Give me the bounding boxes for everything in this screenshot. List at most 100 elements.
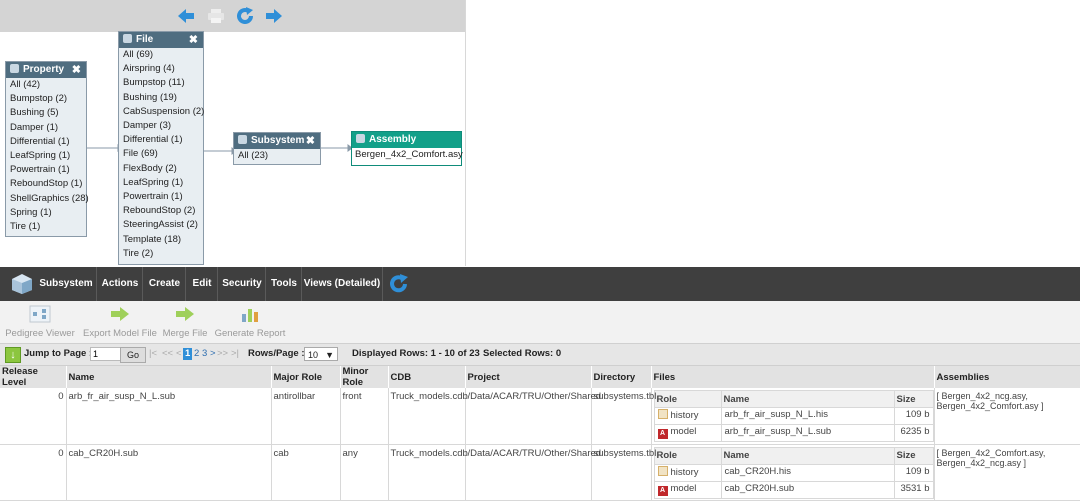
file-filter-item[interactable]: Powertrain (1) — [119, 190, 203, 204]
file-filter-item[interactable]: Bushing (19) — [119, 91, 203, 105]
assemblies-cell: [ Bergen_4x2_Comfort.asy, Bergen_4x2_ncg… — [934, 444, 1080, 501]
file-filter-item[interactable]: Differential (1) — [119, 133, 203, 147]
menu-edit[interactable]: Edit — [185, 267, 218, 301]
file-filter-item[interactable]: FlexBody (2) — [119, 162, 203, 176]
close-icon[interactable]: ✖ — [72, 62, 81, 78]
assembly-filter-item[interactable]: Bergen_4x2_Comfort.asy — [352, 148, 463, 162]
file-row[interactable]: history arb_fr_air_susp_N_L.his 109 b — [653, 407, 934, 425]
history-file-icon — [657, 465, 668, 476]
next-fast-link[interactable]: >> — [217, 344, 228, 364]
subsystem-panel-header: Subsystem ✖ — [234, 133, 320, 149]
column-header[interactable]: Minor Role — [340, 366, 389, 388]
file-role-label: model — [670, 482, 697, 494]
property-filter-item[interactable]: Bushing (5) — [6, 106, 86, 120]
history-file-icon — [657, 409, 668, 419]
property-filter-item[interactable]: Tire (1) — [6, 220, 86, 234]
file-filter-item[interactable]: Damper (3) — [119, 119, 203, 133]
file-filter-item[interactable]: Template (18) — [119, 233, 203, 247]
property-filter-item[interactable]: Powertrain (1) — [6, 163, 86, 177]
file-filter-item[interactable]: LeafSpring (1) — [119, 176, 203, 190]
property-filter-item[interactable]: ReboundStop (1) — [6, 177, 86, 191]
subsystem-filter-item[interactable]: All (23) — [234, 149, 320, 163]
merge-file-button[interactable]: Merge File — [160, 304, 210, 342]
menu-views-detailed[interactable]: Views (Detailed) — [301, 267, 383, 301]
file-filter-item[interactable]: Bumpstop (11) — [119, 76, 203, 90]
prev-fast-link[interactable]: << — [162, 344, 173, 364]
property-filter-item[interactable]: LeafSpring (1) — [6, 149, 86, 163]
file-name-cell[interactable]: cab_CR20H.sub — [720, 480, 895, 499]
cube-icon — [10, 64, 19, 73]
property-filter-item[interactable]: Damper (1) — [6, 121, 86, 135]
file-role-cell: history — [653, 463, 722, 482]
column-header[interactable]: Directory — [591, 366, 652, 388]
download-icon[interactable]: ↓ — [5, 347, 21, 363]
assembly-panel-header: Assembly — [352, 132, 461, 148]
menu-security[interactable]: Security — [217, 267, 266, 301]
model-file-icon: A — [657, 429, 668, 439]
file-panel-title: File — [136, 34, 154, 45]
page-1-link[interactable]: 1 — [183, 348, 193, 360]
next-page-link[interactable]: > — [210, 344, 216, 364]
file-filter-item[interactable]: Tire (2) — [119, 247, 203, 261]
file-name-cell[interactable]: arb_fr_air_susp_N_L.sub — [720, 424, 895, 442]
cube-icon — [356, 134, 365, 143]
file-row[interactable]: Amodel arb_fr_air_susp_N_L.sub 6235 b — [653, 424, 934, 442]
close-icon[interactable]: ✖ — [306, 133, 315, 149]
files-column-header: Size — [893, 446, 934, 465]
file-panel-header: File ✖ — [119, 32, 203, 48]
go-button[interactable]: Go — [120, 347, 146, 363]
pedigree-viewer-button[interactable]: Pedigree Viewer — [4, 304, 76, 342]
release-level-cell: 0 — [0, 388, 67, 445]
column-header[interactable]: Files — [651, 366, 935, 388]
file-filter-item[interactable]: SteeringAssist (2) — [119, 218, 203, 232]
file-filter-item[interactable]: Airspring (4) — [119, 62, 203, 76]
page-3-link[interactable]: 3 — [202, 344, 207, 364]
menu-create[interactable]: Create — [142, 267, 186, 301]
table-row[interactable]: 0 cab_CR20H.sub cab any Truck_models.cdb/Dat… — [0, 444, 1080, 501]
action-toolbar: Pedigree Viewer Export Model File Merge … — [0, 301, 1080, 344]
column-header[interactable]: CDB — [388, 366, 466, 388]
column-header[interactable]: Major Role — [271, 366, 341, 388]
menu-actions[interactable]: Actions — [96, 267, 143, 301]
file-size-cell: 109 b — [893, 407, 934, 425]
file-filter-item[interactable]: File (69) — [119, 147, 203, 161]
property-filter-item[interactable]: Differential (1) — [6, 135, 86, 149]
file-filter-item[interactable]: CabSuspension (2) — [119, 105, 204, 119]
jump-page-input[interactable] — [90, 347, 122, 361]
file-filter-item[interactable]: ReboundStop (2) — [119, 204, 203, 218]
column-header[interactable]: Assemblies — [934, 366, 1080, 388]
refresh-icon[interactable] — [389, 274, 409, 294]
cdb-cell: Truck_models.cdb — [388, 444, 468, 501]
file-name-cell[interactable]: arb_fr_air_susp_N_L.his — [720, 407, 895, 425]
cdb-cell: Truck_models.cdb — [388, 388, 468, 445]
file-row[interactable]: history cab_CR20H.his 109 b — [653, 463, 934, 482]
file-name-cell[interactable]: cab_CR20H.his — [720, 463, 895, 482]
column-header[interactable]: Release Level — [0, 366, 67, 388]
export-model-file-button[interactable]: Export Model File — [82, 304, 158, 342]
last-page-link[interactable]: >| — [231, 344, 239, 364]
rows-per-page-select[interactable]: 10 ▼ — [304, 347, 338, 361]
column-header[interactable]: Name — [66, 366, 272, 388]
file-role-cell: history — [653, 407, 722, 425]
file-filter-item[interactable]: All (69) — [119, 48, 203, 62]
minor-role-cell: front — [340, 388, 389, 445]
page-2-link[interactable]: 2 — [194, 344, 199, 364]
first-page-link[interactable]: |< — [149, 344, 157, 364]
file-role-label: history — [670, 466, 699, 478]
file-row[interactable]: Amodel cab_CR20H.sub 3531 b — [653, 480, 934, 499]
column-header[interactable]: Project — [465, 366, 592, 388]
close-icon[interactable]: ✖ — [189, 32, 198, 48]
file-role-cell: Amodel — [653, 424, 722, 442]
menu-subsystem[interactable]: Subsystem — [36, 267, 96, 301]
green-arrow-icon — [82, 304, 158, 324]
menu-tools[interactable]: Tools — [265, 267, 302, 301]
file-role-label: history — [670, 410, 699, 421]
green-arrow-icon — [160, 304, 210, 324]
property-filter-item[interactable]: Bumpstop (2) — [6, 92, 86, 106]
generate-report-button[interactable]: Generate Report — [212, 304, 288, 342]
prev-page-link[interactable]: < — [176, 344, 182, 364]
property-filter-item[interactable]: Spring (1) — [6, 206, 86, 220]
table-row[interactable]: 0 arb_fr_air_susp_N_L.sub antirollbar front… — [0, 388, 1080, 445]
property-filter-item[interactable]: All (42) — [6, 78, 86, 92]
property-filter-item[interactable]: ShellGraphics (28) — [6, 192, 89, 206]
